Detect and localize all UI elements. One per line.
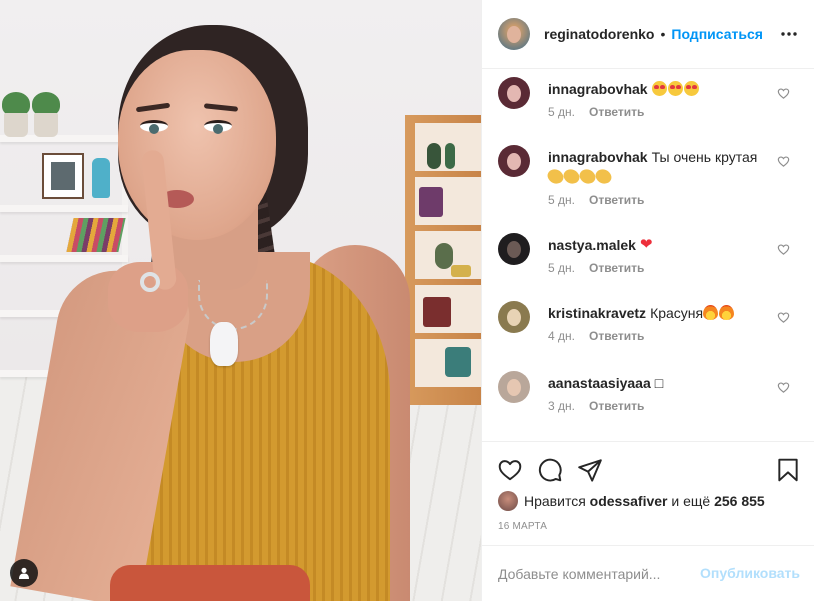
reply-button[interactable]: Ответить <box>589 105 644 119</box>
share-button[interactable] <box>577 457 603 483</box>
reply-button[interactable]: Ответить <box>589 193 644 207</box>
comment-time[interactable]: 5 дн. <box>548 193 575 207</box>
more-options-button[interactable] <box>779 24 799 44</box>
commenter-username[interactable]: nastya.malek <box>548 237 636 253</box>
comment-body: Красуня <box>650 305 704 321</box>
person-icon <box>19 567 29 579</box>
fire-emoji <box>719 305 735 320</box>
clap-emoji <box>577 166 598 187</box>
header-separator: • <box>660 26 666 42</box>
photo-skirt <box>110 565 310 601</box>
hearteyes-emoji <box>651 81 667 96</box>
fire-emoji <box>703 305 719 320</box>
comments-list[interactable]: innagrabovhak 5 дн. Ответить innagrabovhak Т… <box>482 69 814 441</box>
photo-face <box>118 50 276 240</box>
comment-text: kristinakravetz Красуня <box>548 303 768 323</box>
commenter-avatar[interactable] <box>498 77 530 109</box>
liker-avatar <box>498 491 518 511</box>
comment-like-button[interactable] <box>777 243 791 257</box>
bookmark-icon <box>778 458 798 482</box>
heart-outline-icon <box>777 312 790 323</box>
comment-like-button[interactable] <box>777 155 791 169</box>
comment-text: innagrabovhak <box>548 79 768 99</box>
likes-summary[interactable]: Нравится odessafiver и ещё 256 855 <box>498 490 765 512</box>
comment-body: □ <box>654 375 664 391</box>
photo-vase <box>92 158 110 198</box>
commenter-username[interactable]: aanastaasiyaaa <box>548 375 651 391</box>
liker-username[interactable]: odessafiver <box>590 493 668 509</box>
save-button[interactable] <box>775 457 801 483</box>
clap-emoji <box>561 166 582 187</box>
ellipsis-icon <box>781 32 797 36</box>
photo-books <box>66 218 126 252</box>
comment-text: nastya.malek <box>548 235 768 255</box>
likes-prefix: Нравится <box>524 493 586 509</box>
comment-time[interactable]: 3 дн. <box>548 399 575 413</box>
reply-button[interactable]: Ответить <box>589 261 644 275</box>
speech-bubble-icon <box>538 458 562 482</box>
photo-frame <box>42 153 84 199</box>
commenter-avatar[interactable] <box>498 301 530 333</box>
comment-body: Ты очень крутая <box>651 149 758 165</box>
comment-meta: 5 дн. Ответить <box>548 261 658 275</box>
comment-input[interactable] <box>498 565 688 582</box>
hearteyes-emoji <box>667 81 683 96</box>
comment-meta: 4 дн. Ответить <box>548 329 658 343</box>
follow-button[interactable]: Подписаться <box>671 26 763 42</box>
commenter-avatar[interactable] <box>498 233 530 265</box>
photo-bear-pendant <box>210 322 238 366</box>
post-header: reginatodorenko • Подписаться <box>482 0 814 69</box>
heart-outline-icon <box>777 382 790 393</box>
author-avatar[interactable] <box>498 18 530 50</box>
commenter-avatar[interactable] <box>498 145 530 177</box>
comment-meta: 3 дн. Ответить <box>548 399 658 413</box>
comment-text: innagrabovhak Ты очень крутая <box>545 147 768 187</box>
heart-outline-icon <box>777 88 790 99</box>
post-side-panel: reginatodorenko • Подписаться innagrabov… <box>481 0 814 601</box>
comment-time[interactable]: 4 дн. <box>548 329 575 343</box>
commenter-avatar[interactable] <box>498 371 530 403</box>
author-username[interactable]: reginatodorenko <box>544 26 654 42</box>
commenter-username[interactable]: innagrabovhak <box>548 81 648 97</box>
heart-emoji <box>640 237 656 252</box>
comment-meta: 5 дн. Ответить <box>548 105 658 119</box>
like-button[interactable] <box>497 457 523 483</box>
comment-like-button[interactable] <box>777 87 791 101</box>
photo-ring <box>140 272 160 292</box>
hearteyes-emoji <box>683 81 699 96</box>
comment-like-button[interactable] <box>777 311 791 325</box>
photo-right-shelf <box>405 115 481 405</box>
comment-time[interactable]: 5 дн. <box>548 261 575 275</box>
likes-and: и ещё <box>671 493 711 509</box>
comment-time[interactable]: 5 дн. <box>548 105 575 119</box>
comment-button[interactable] <box>537 457 563 483</box>
paper-plane-icon <box>578 459 602 482</box>
clap-emoji <box>593 166 614 187</box>
add-comment-bar: Опубликовать <box>482 545 814 601</box>
post-actions: Нравится odessafiver и ещё 256 855 16 МА… <box>482 441 814 545</box>
heart-outline-icon <box>777 244 790 255</box>
user-tag-button[interactable] <box>10 559 38 587</box>
likes-count[interactable]: 256 855 <box>714 493 765 509</box>
comment-text: aanastaasiyaaa □ <box>548 373 768 393</box>
comment-like-button[interactable] <box>777 381 791 395</box>
heart-outline-icon <box>498 460 522 481</box>
reply-button[interactable]: Ответить <box>589 399 644 413</box>
publish-button[interactable]: Опубликовать <box>700 565 800 581</box>
reply-button[interactable]: Ответить <box>589 329 644 343</box>
post-photo[interactable] <box>0 0 481 601</box>
commenter-username[interactable]: kristinakravetz <box>548 305 646 321</box>
comment-meta: 5 дн. Ответить <box>548 193 658 207</box>
clap-emoji <box>545 166 566 187</box>
post-date[interactable]: 16 МАРТА <box>498 521 547 532</box>
heart-outline-icon <box>777 156 790 167</box>
commenter-username[interactable]: innagrabovhak <box>548 149 648 165</box>
